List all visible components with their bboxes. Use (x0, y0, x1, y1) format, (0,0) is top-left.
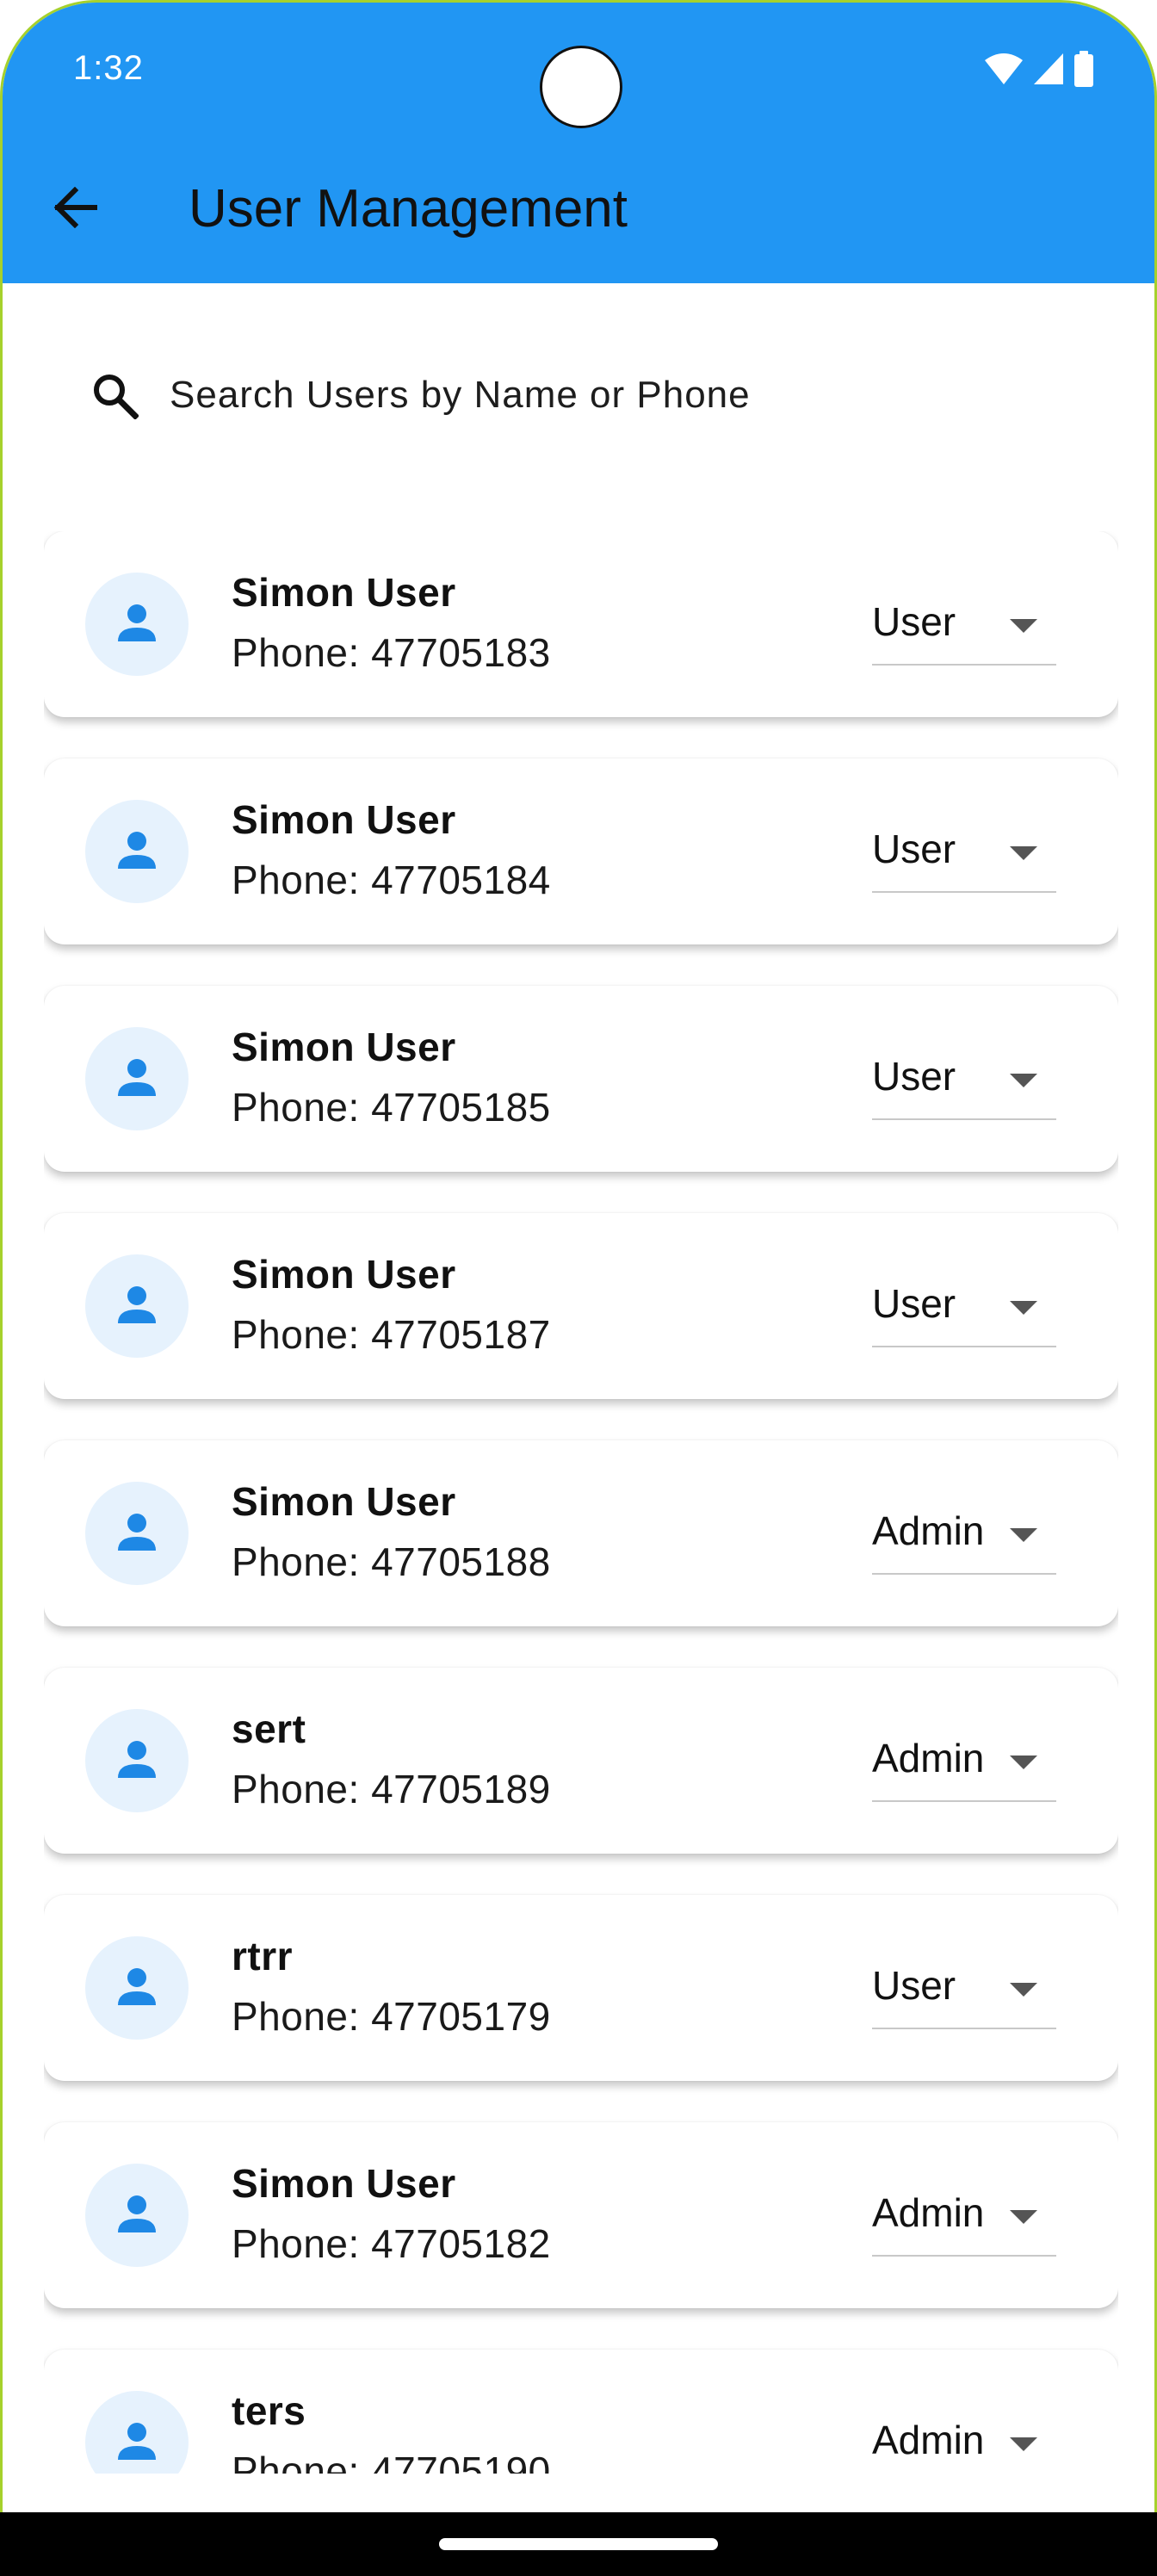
role-dropdown[interactable]: Admin (872, 2174, 1056, 2257)
person-icon (114, 1964, 159, 2013)
home-gesture-handle[interactable] (439, 2538, 718, 2550)
role-value: User (872, 1054, 956, 1099)
avatar (85, 1027, 189, 1130)
user-name: rtrr (232, 1934, 294, 1978)
app-bar: 1:32 User Management (3, 3, 1154, 283)
user-card[interactable]: rtrr Phone: 47705179 User (44, 1895, 1118, 2081)
avatar (85, 2164, 189, 2267)
dropdown-arrow-icon (1010, 619, 1037, 633)
user-card[interactable]: Simon User Phone: 47705187 User (44, 1213, 1118, 1399)
role-value: User (872, 1963, 956, 2008)
status-time: 1:32 (73, 49, 144, 87)
search-icon (71, 352, 158, 438)
role-value: User (872, 827, 956, 871)
user-card[interactable]: sert Phone: 47705189 Admin (44, 1668, 1118, 1854)
user-phone: Phone: 47705187 (232, 1312, 551, 1357)
role-value: User (872, 599, 956, 644)
person-icon (114, 600, 159, 649)
role-value: Admin (872, 2190, 985, 2235)
role-dropdown[interactable]: User (872, 810, 1056, 893)
user-list[interactable]: Simon User Phone: 47705183 User Simon Us… (44, 531, 1118, 2474)
avatar (85, 573, 189, 676)
dropdown-arrow-icon (1010, 846, 1037, 860)
user-card[interactable]: Simon User Phone: 47705182 Admin (44, 2122, 1118, 2308)
user-name: Simon User (232, 570, 456, 615)
person-icon (114, 1055, 159, 1104)
user-card[interactable]: Simon User Phone: 47705184 User (44, 759, 1118, 944)
user-phone: Phone: 47705190 (232, 2449, 551, 2474)
role-dropdown[interactable]: User (872, 583, 1056, 666)
user-name: ters (232, 2388, 306, 2433)
back-button[interactable] (40, 175, 109, 244)
role-dropdown[interactable]: User (872, 1037, 1056, 1120)
user-card[interactable]: Simon User Phone: 47705185 User (44, 986, 1118, 1172)
role-value: Admin (872, 2418, 985, 2462)
search-input[interactable] (168, 373, 1032, 418)
user-phone: Phone: 47705188 (232, 1539, 551, 1584)
user-name: sert (232, 1706, 306, 1751)
role-dropdown[interactable]: User (872, 1947, 1056, 2029)
page-title: User Management (189, 179, 628, 238)
user-card[interactable]: Simon User Phone: 47705183 User (44, 531, 1118, 717)
person-icon (114, 1282, 159, 1331)
user-name: Simon User (232, 1479, 456, 1524)
user-name: Simon User (232, 1025, 456, 1069)
camera-cutout (540, 46, 622, 128)
user-name: Simon User (232, 2161, 456, 2206)
user-card[interactable]: Simon User Phone: 47705188 Admin (44, 1440, 1118, 1626)
user-phone: Phone: 47705184 (232, 858, 551, 902)
role-dropdown[interactable]: Admin (872, 2401, 1056, 2474)
dropdown-arrow-icon (1010, 2437, 1037, 2451)
wifi-icon (984, 52, 1024, 90)
status-icons (984, 51, 1094, 91)
dropdown-arrow-icon (1010, 2210, 1037, 2224)
avatar (85, 1254, 189, 1358)
person-icon (114, 827, 159, 876)
arrow-back-icon (53, 186, 98, 232)
user-phone: Phone: 47705179 (232, 1994, 551, 2039)
user-name: Simon User (232, 797, 456, 842)
user-phone: Phone: 47705185 (232, 1085, 551, 1130)
battery-icon (1073, 51, 1094, 91)
dropdown-arrow-icon (1010, 1983, 1037, 1997)
dropdown-arrow-icon (1010, 1301, 1037, 1315)
user-phone: Phone: 47705182 (232, 2221, 551, 2266)
role-value: Admin (872, 1508, 985, 1553)
user-phone: Phone: 47705183 (232, 630, 551, 675)
role-dropdown[interactable]: User (872, 1265, 1056, 1347)
role-dropdown[interactable]: Admin (872, 1492, 1056, 1575)
avatar (85, 1482, 189, 1585)
user-card[interactable]: ters Phone: 47705190 Admin (44, 2350, 1118, 2474)
avatar (85, 1936, 189, 2040)
dropdown-arrow-icon (1010, 1074, 1037, 1087)
role-dropdown[interactable]: Admin (872, 1719, 1056, 1802)
person-icon (114, 1737, 159, 1786)
person-icon (114, 1509, 159, 1558)
search-bar[interactable] (44, 347, 1118, 443)
role-value: Admin (872, 1736, 985, 1780)
user-phone: Phone: 47705189 (232, 1767, 551, 1811)
user-name: Simon User (232, 1252, 456, 1297)
role-value: User (872, 1281, 956, 1326)
person-icon (114, 2418, 159, 2468)
cellular-signal-icon (1032, 52, 1065, 90)
person-icon (114, 2191, 159, 2240)
dropdown-arrow-icon (1010, 1756, 1037, 1769)
avatar (85, 800, 189, 903)
dropdown-arrow-icon (1010, 1528, 1037, 1542)
avatar (85, 1709, 189, 1812)
avatar (85, 2391, 189, 2474)
device-frame: 1:32 User Management Search Users by Nam… (0, 0, 1157, 2576)
